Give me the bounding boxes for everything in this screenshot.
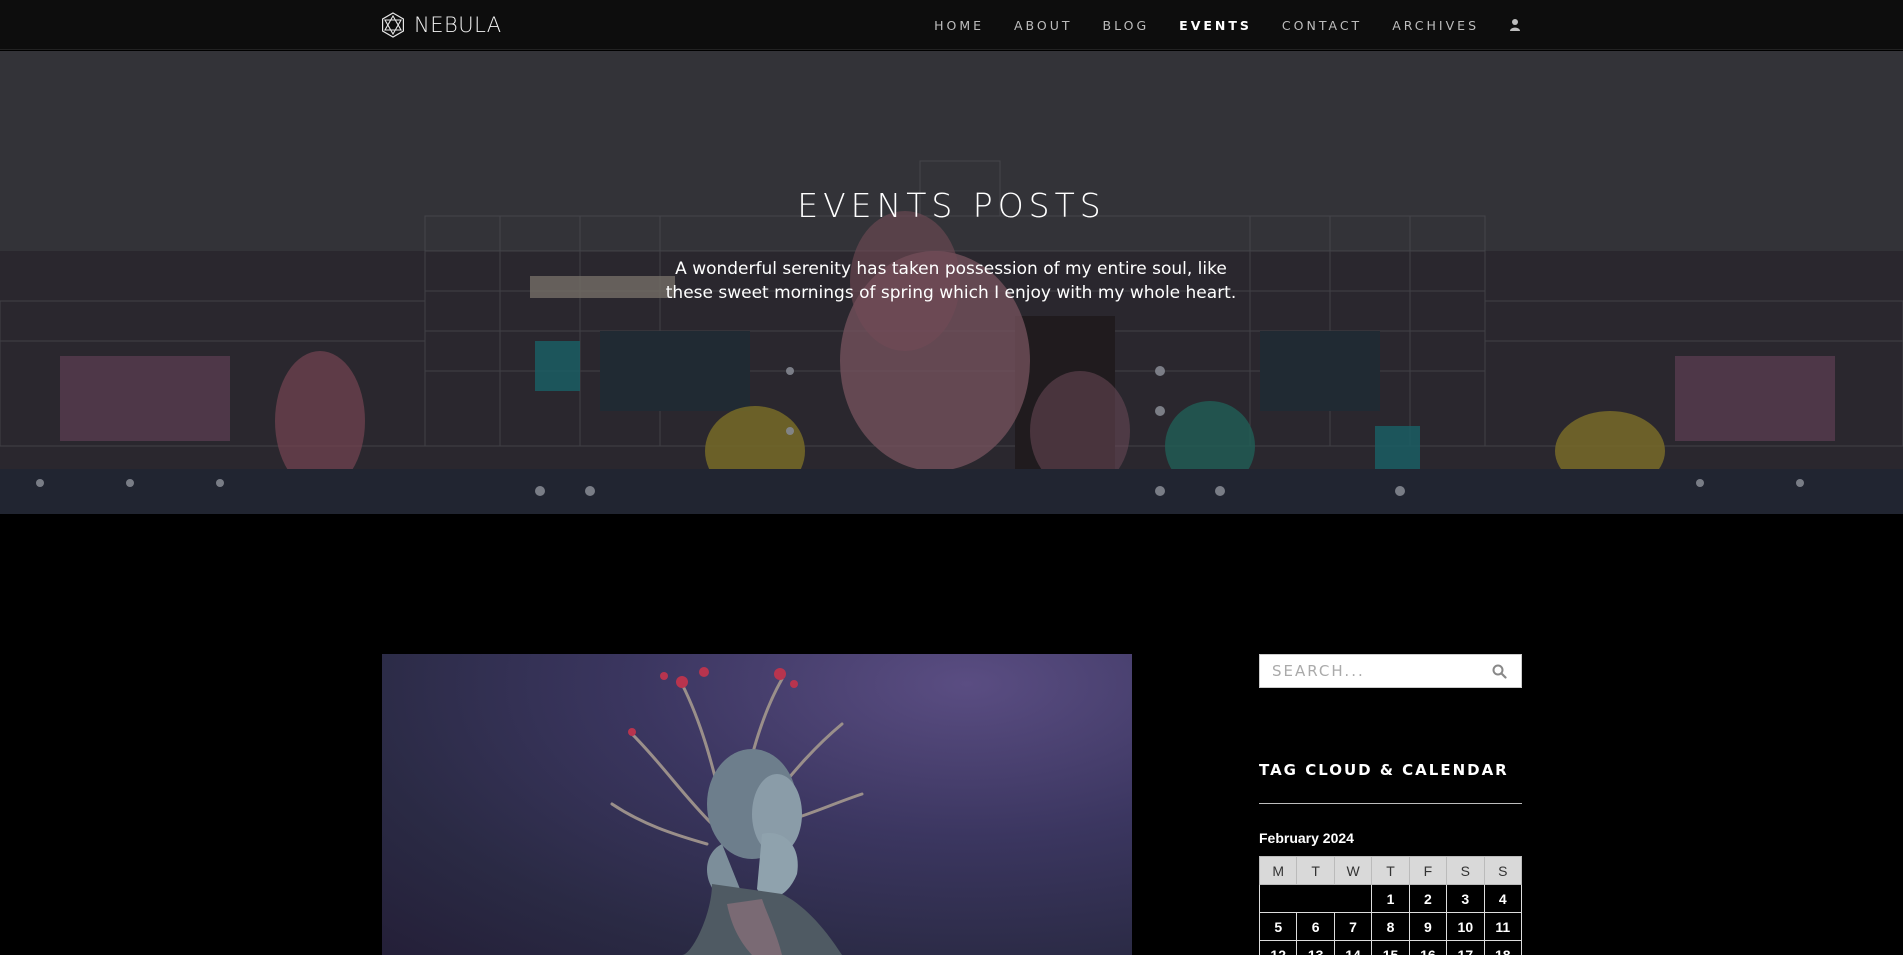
nav-item-archives[interactable]: ARCHIVES (1392, 18, 1479, 33)
search-box (1259, 654, 1522, 688)
calendar-weekday-row: M T W T F S S (1258, 856, 1523, 885)
nav-item-blog[interactable]: BLOG (1103, 18, 1150, 33)
calendar-day: 15 (1371, 940, 1410, 955)
calendar-day: 4 (1483, 884, 1523, 913)
calendar-week-row: 5 6 7 8 9 10 11 (1258, 912, 1523, 941)
calendar-day: 13 (1296, 940, 1335, 955)
brand-name: NEBULA (414, 13, 502, 37)
calendar-weekday: W (1333, 856, 1373, 885)
main-nav: HOME ABOUT BLOG EVENTS CONTACT ARCHIVES (904, 0, 1521, 50)
calendar-day: 5 (1258, 912, 1298, 941)
brand-logo-link[interactable]: NEBULA (380, 11, 502, 39)
calendar-day: 1 (1371, 884, 1410, 913)
nav-item-events[interactable]: EVENTS (1179, 18, 1252, 33)
nav-item-about[interactable]: ABOUT (1014, 18, 1073, 33)
page-subtitle-line-1: A wonderful serenity has taken possessio… (675, 259, 1227, 279)
calendar-day: 10 (1446, 912, 1485, 941)
nav-item-contact[interactable]: CONTACT (1282, 18, 1362, 33)
user-icon[interactable] (1509, 18, 1521, 32)
page-subtitle: A wonderful serenity has taken possessio… (651, 257, 1251, 305)
surreal-portrait-image (610, 667, 864, 955)
calendar: M T W T F S S 1 2 3 4 5 6 7 8 9 10 11 12… (1258, 856, 1523, 955)
nav-item-home[interactable]: HOME (934, 18, 984, 33)
calendar-day: 3 (1446, 884, 1485, 913)
page-title: EVENTS POSTS (797, 186, 1106, 225)
calendar-weekday: F (1408, 856, 1448, 885)
search-input[interactable] (1260, 655, 1480, 687)
widget-divider (1259, 803, 1522, 804)
calendar-day: 12 (1258, 940, 1298, 955)
calendar-weekday: M (1258, 856, 1298, 885)
top-navbar: NEBULA HOME ABOUT BLOG EVENTS CONTACT AR… (0, 0, 1903, 50)
search-icon[interactable] (1492, 664, 1507, 679)
calendar-day: 17 (1446, 940, 1485, 955)
calendar-day: 14 (1333, 940, 1373, 955)
calendar-caption: February 2024 (1259, 830, 1354, 846)
post-featured-image[interactable] (382, 654, 1132, 955)
calendar-empty-cell (1258, 884, 1372, 913)
calendar-weekday: T (1296, 856, 1335, 885)
calendar-day: 2 (1408, 884, 1448, 913)
widget-title: TAG CLOUD & CALENDAR (1259, 761, 1509, 779)
calendar-weekday: S (1483, 856, 1523, 885)
page-subtitle-line-2: these sweet mornings of spring which I e… (665, 283, 1237, 303)
calendar-day: 6 (1296, 912, 1335, 941)
calendar-weekday: T (1371, 856, 1410, 885)
calendar-day: 11 (1483, 912, 1523, 941)
calendar-day: 8 (1371, 912, 1410, 941)
calendar-weekday: S (1446, 856, 1485, 885)
calendar-day: 9 (1408, 912, 1448, 941)
calendar-day: 16 (1408, 940, 1448, 955)
hexagram-logo-icon (381, 12, 404, 38)
calendar-week-row: 1 2 3 4 (1258, 884, 1523, 913)
calendar-day: 18 (1483, 940, 1523, 955)
hero-banner: EVENTS POSTS A wonderful serenity has ta… (0, 51, 1903, 514)
calendar-week-row: 12 13 14 15 16 17 18 (1258, 940, 1523, 955)
calendar-day: 7 (1333, 912, 1373, 941)
